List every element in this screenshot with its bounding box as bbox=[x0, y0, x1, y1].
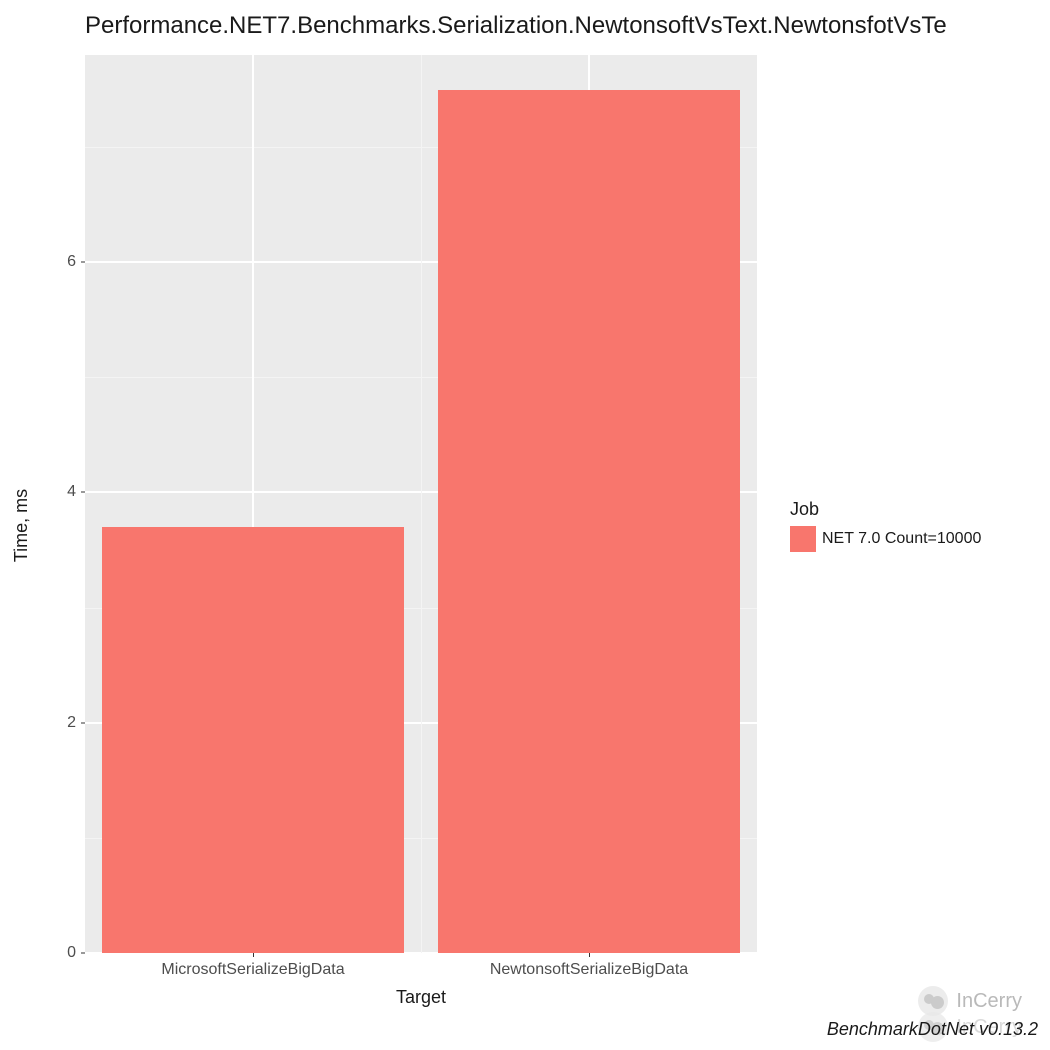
y-tick-label: 4 bbox=[46, 483, 76, 501]
y-tick-label: 0 bbox=[46, 944, 76, 962]
x-tick-label: NewtonsoftSerializeBigData bbox=[490, 961, 688, 979]
y-tick-mark bbox=[81, 722, 85, 723]
y-axis-label: Time, ms bbox=[12, 488, 33, 561]
legend-item-label: NET 7.0 Count=10000 bbox=[822, 530, 981, 548]
x-tick-label: MicrosoftSerializeBigData bbox=[161, 961, 344, 979]
bar bbox=[438, 90, 740, 953]
gridline-minor bbox=[421, 55, 422, 953]
y-tick-mark bbox=[81, 492, 85, 493]
y-tick-label: 6 bbox=[46, 253, 76, 271]
x-axis-label: Target bbox=[85, 987, 757, 1008]
x-tick-mark bbox=[253, 953, 254, 957]
x-tick-mark bbox=[589, 953, 590, 957]
bar bbox=[102, 527, 404, 953]
legend-item: NET 7.0 Count=10000 bbox=[790, 526, 981, 552]
y-tick-mark bbox=[81, 953, 85, 954]
y-tick-mark bbox=[81, 262, 85, 263]
plot-area bbox=[85, 55, 757, 953]
legend: Job NET 7.0 Count=10000 bbox=[790, 0, 981, 1050]
legend-swatch-icon bbox=[790, 526, 816, 552]
y-tick-label: 2 bbox=[46, 714, 76, 732]
legend-title: Job bbox=[790, 499, 981, 520]
chart-caption: BenchmarkDotNet v0.13.2 bbox=[827, 1019, 1038, 1040]
